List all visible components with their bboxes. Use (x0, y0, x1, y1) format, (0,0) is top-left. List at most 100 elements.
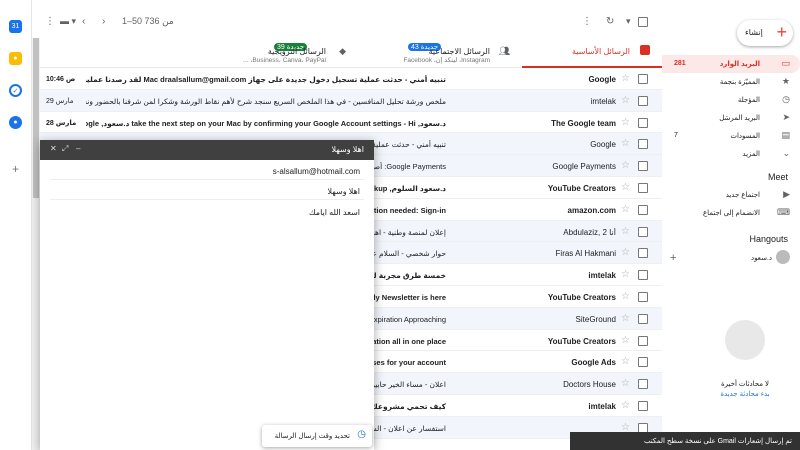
star-icon[interactable]: ☆ (621, 117, 630, 128)
more-icon[interactable]: ⋮ (582, 16, 592, 27)
row-checkbox[interactable] (638, 357, 648, 369)
row-checkbox[interactable] (638, 161, 648, 173)
newer-chevron-icon[interactable]: ‹ (82, 16, 85, 27)
star-icon[interactable]: ☆ (621, 73, 630, 84)
tab-promotions[interactable]: 39 جديدة الرسائل الترويجية Business، Can… (194, 38, 358, 68)
toolbar: ⋮ ▬ ▾ ‹ › 1–50 من 736 ⋮ ↻ ▾ (40, 8, 660, 36)
send-icon: ➤ (782, 112, 790, 122)
message-body[interactable]: اسعد الله ايامك (309, 208, 360, 217)
email-sender: Abdulaziz, أنا 2 (563, 227, 616, 237)
star-icon[interactable]: ☆ (621, 226, 630, 237)
tag-icon: ◆ (339, 46, 346, 56)
minimize-icon[interactable]: – (76, 144, 80, 153)
sidebar-item[interactable]: المؤجلة ◷ (662, 91, 800, 109)
meet-item[interactable]: اجتماع جديد ▶ (662, 186, 800, 204)
compose-button[interactable]: إنشاء + (737, 20, 793, 46)
email-subject: د.سعود, take the next step on your Mac b… (86, 118, 446, 128)
sidebar-item-label: البريد الوارد (719, 61, 760, 68)
scrollbar[interactable] (32, 38, 40, 450)
contacts-icon[interactable]: ● (9, 116, 22, 129)
row-checkbox[interactable] (638, 291, 648, 304)
row-checkbox[interactable] (638, 270, 648, 282)
keyboard-icon[interactable]: ▬ ▾ (60, 16, 76, 27)
scrollbar-thumb[interactable] (33, 38, 39, 198)
star-icon[interactable]: ☆ (621, 400, 630, 411)
sidebar-item[interactable]: 7 المسودات ▤ (662, 127, 800, 145)
email-sender: YouTube Creators (547, 336, 616, 346)
row-checkbox[interactable] (638, 204, 648, 217)
email-row[interactable]: 10:46 ص تنبيه أمني - حدثت عملية تسجيل دخو… (40, 68, 662, 90)
to-field[interactable]: s-alsallum@hotmail.com (50, 162, 364, 180)
start-chat-link[interactable]: بدء محادثة جديدة (700, 390, 790, 398)
row-checkbox[interactable] (638, 400, 648, 413)
star-icon[interactable]: ☆ (621, 313, 630, 324)
star-icon[interactable]: ☆ (621, 182, 630, 193)
tab-label: الرسائل الأساسية (571, 47, 630, 56)
star-icon[interactable]: ☆ (621, 204, 630, 215)
star-icon[interactable]: ☆ (621, 356, 630, 367)
video-icon: ▶ (783, 189, 790, 199)
compose-label: إنشاء (745, 28, 763, 37)
row-checkbox[interactable] (638, 182, 648, 195)
clock-icon: ◷ (782, 94, 790, 104)
tab-primary[interactable]: الرسائل الأساسية (522, 38, 662, 68)
sidebar-item-count: 7 (674, 132, 678, 139)
schedule-send-menu-item[interactable]: تحديد وقت إرسال الرسالة ◷ (262, 425, 372, 447)
meet-item-label: اجتماع جديد (725, 192, 760, 199)
to-value: s-alsallum@hotmail.com (272, 167, 360, 176)
fullscreen-icon[interactable]: ⤢ (62, 144, 68, 154)
sidebar-item[interactable]: البريد المرسَل ➤ (662, 109, 800, 127)
avatar[interactable] (776, 250, 790, 264)
tab-label: الرسائل الترويجية (267, 47, 326, 56)
tab-social[interactable]: 43 جديدة الرسائل الاجتماعية Instagram، ل… (358, 38, 522, 68)
tab-sub: Instagram، لينكد إن، Facebook (403, 57, 490, 64)
sidebar-item[interactable]: المزيد ⌄ (662, 145, 800, 163)
email-row[interactable]: 28 مارس د.سعود, take the next step on you… (40, 112, 662, 134)
sidebar-item-label: المؤجلة (737, 97, 760, 104)
plus-icon: + (776, 22, 787, 42)
keep-icon[interactable]: ● (9, 52, 22, 65)
schedule-send-label: تحديد وقت إرسال الرسالة (274, 433, 350, 440)
row-checkbox[interactable] (638, 313, 648, 326)
subject-value: اهلا وسهلا (327, 187, 360, 196)
notification-toast[interactable]: تم إرسال إشعارات Gmail على نسخة سطح المك… (570, 432, 800, 450)
star-icon[interactable]: ☆ (621, 291, 630, 302)
star-icon[interactable]: ☆ (621, 160, 630, 171)
star-icon[interactable]: ☆ (621, 378, 630, 389)
sidebar-item-label: البريد المرسَل (719, 115, 760, 122)
row-checkbox[interactable] (638, 248, 648, 260)
row-checkbox[interactable] (638, 226, 648, 239)
star-icon[interactable]: ☆ (621, 335, 630, 346)
hangouts-user[interactable]: د.سعود (751, 254, 772, 262)
star-icon[interactable]: ☆ (621, 247, 630, 258)
subject-field[interactable]: اهلا وسهلا (50, 182, 364, 200)
star-icon[interactable]: ☆ (621, 269, 630, 280)
refresh-icon[interactable]: ↻ (606, 16, 614, 27)
row-checkbox[interactable] (638, 74, 648, 86)
add-contact-icon[interactable]: + (670, 252, 676, 264)
row-checkbox[interactable] (638, 379, 648, 391)
settings-dots-icon[interactable]: ⋮ (45, 16, 55, 27)
sidebar-item[interactable]: 281 البريد الوارد ▭ (662, 55, 800, 73)
select-dropdown-icon[interactable]: ▾ (626, 16, 631, 27)
pagination-text: 1–50 من 736 (122, 16, 174, 26)
add-app-icon[interactable]: + (9, 162, 22, 176)
meet-item[interactable]: الانضمام إلى اجتماع ⌨ (662, 204, 800, 222)
close-icon[interactable]: ✕ (50, 144, 57, 153)
select-all-checkbox[interactable] (638, 17, 648, 29)
star-icon[interactable]: ☆ (621, 138, 630, 149)
draft-icon: ▤ (781, 130, 790, 140)
sidebar-item[interactable]: المميّزة بنجمة ★ (662, 73, 800, 91)
email-date: 29 مارس (46, 97, 74, 105)
row-checkbox[interactable] (638, 95, 648, 108)
star-icon[interactable]: ☆ (621, 95, 630, 106)
calendar-icon[interactable]: 31 (9, 20, 22, 33)
row-checkbox[interactable] (638, 117, 648, 130)
older-chevron-icon[interactable]: › (102, 16, 105, 27)
row-checkbox[interactable] (638, 139, 648, 151)
tasks-icon[interactable]: ✓ (9, 84, 22, 97)
compose-header[interactable]: ✕ ⤢ – اهلا وسهلا (40, 140, 374, 160)
email-row[interactable]: 29 مارس ملخص ورشة تحليل المنافسين - في هذ… (40, 89, 662, 112)
row-checkbox[interactable] (638, 335, 648, 348)
email-date: 28 مارس (46, 119, 77, 127)
